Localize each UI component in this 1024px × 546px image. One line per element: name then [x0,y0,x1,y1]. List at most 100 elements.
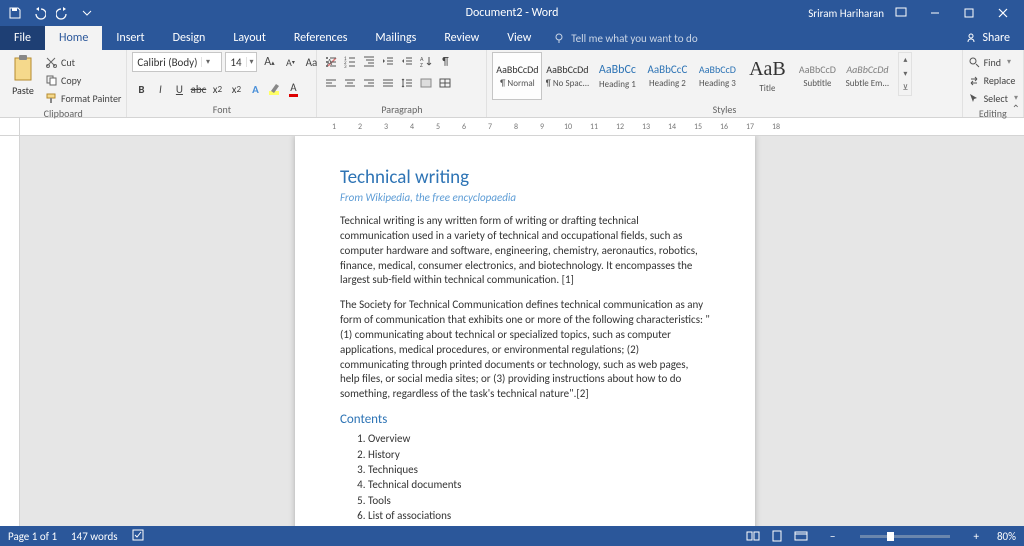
increase-indent-button[interactable] [398,52,416,70]
collapse-ribbon-button[interactable]: ⌃ [1012,102,1020,115]
sort-button[interactable]: AZ [417,52,435,70]
tell-me-search[interactable]: Tell me what you want to do [553,26,697,50]
zoom-in-button[interactable]: + [970,530,983,543]
share-icon [965,32,977,44]
horizontal-ruler[interactable]: 123456789101112131415161718 [20,118,1024,135]
find-button[interactable]: Find▾ [968,54,1018,70]
replace-label: Replace [984,74,1016,87]
text-effects-button[interactable]: A [246,80,264,98]
superscript-button[interactable]: x2 [227,80,245,98]
redo-icon[interactable] [52,2,74,24]
list-item[interactable]: List of associations [368,508,710,523]
save-icon[interactable] [4,2,26,24]
list-item[interactable]: Overview [368,431,710,446]
format-painter-button[interactable]: Format Painter [45,90,121,106]
show-marks-button[interactable]: ¶ [436,52,454,70]
list-item[interactable]: Techniques [368,462,710,477]
align-center-button[interactable] [341,74,359,92]
vertical-ruler[interactable] [0,136,20,526]
status-page[interactable]: Page 1 of 1 [8,530,57,543]
tab-references[interactable]: References [280,26,362,50]
line-spacing-button[interactable] [398,74,416,92]
zoom-thumb[interactable] [887,532,894,541]
style-item-heading-2[interactable]: AaBbCcCHeading 2 [642,52,692,100]
document-canvas[interactable]: Technical writing From Wikipedia, the fr… [20,136,1024,526]
minimize-button[interactable] [918,0,952,26]
undo-icon[interactable] [28,2,50,24]
tab-review[interactable]: Review [430,26,493,50]
zoom-level[interactable]: 80% [997,530,1016,543]
quick-access-toolbar [4,2,98,24]
zoom-out-button[interactable]: − [826,530,839,543]
justify-button[interactable] [379,74,397,92]
list-item[interactable]: Tools [368,493,710,508]
doc-paragraph[interactable]: Technical writing is any written form of… [340,214,710,288]
align-left-button[interactable] [322,74,340,92]
style-item-title[interactable]: AaBTitle [742,52,792,100]
status-proofing-icon[interactable] [132,529,146,544]
style-item-subtitle[interactable]: AaBbCcDSubtitle [792,52,842,100]
styles-expand[interactable]: ⊻ [899,81,911,95]
paste-button[interactable]: Paste [5,52,41,97]
tab-view[interactable]: View [493,26,545,50]
doc-paragraph[interactable]: The Society for Technical Communication … [340,298,710,402]
italic-button[interactable]: I [151,80,169,98]
qat-customize-icon[interactable] [76,2,98,24]
tab-home[interactable]: Home [45,26,102,50]
style-item-subtle-em-[interactable]: AaBbCcDdSubtle Em... [842,52,892,100]
doc-heading-contents[interactable]: Contents [340,412,710,427]
maximize-button[interactable] [952,0,986,26]
font-name-combo[interactable]: Calibri (Body)▾ [132,52,222,72]
doc-subtitle[interactable]: From Wikipedia, the free encyclopaedia [340,191,710,204]
list-item[interactable]: Technical documents [368,477,710,492]
shrink-font-button[interactable]: A▾ [281,53,299,71]
underline-button[interactable]: U [170,80,188,98]
align-right-button[interactable] [360,74,378,92]
style-item--no-spac-[interactable]: AaBbCcDd¶ No Spac... [542,52,592,100]
status-words[interactable]: 147 words [71,530,118,543]
tab-design[interactable]: Design [159,26,220,50]
shading-button[interactable] [417,74,435,92]
multilevel-list-button[interactable] [360,52,378,70]
style-item--normal[interactable]: AaBbCcDd¶ Normal [492,52,542,100]
copy-button[interactable]: Copy [45,72,121,88]
zoom-slider[interactable] [860,535,950,538]
view-print-layout[interactable] [766,527,788,545]
list-item[interactable]: History [368,447,710,462]
bold-button[interactable]: B [132,80,150,98]
cut-button[interactable]: Cut [45,54,121,70]
group-font: Calibri (Body)▾ 14▾ A▴ A▾ Aa A B I U abc… [127,50,317,117]
styles-scroll-down[interactable]: ▾ [899,67,911,81]
tab-file[interactable]: File [0,26,45,50]
doc-contents-list[interactable]: OverviewHistoryTechniquesTechnical docum… [340,431,710,526]
style-item-heading-3[interactable]: AaBbCcDHeading 3 [692,52,742,100]
tab-mailings[interactable]: Mailings [361,26,430,50]
font-size-combo[interactable]: 14▾ [225,52,257,72]
highlight-button[interactable] [265,80,283,98]
select-icon [968,92,980,104]
style-item-heading-1[interactable]: AaBbCcHeading 1 [592,52,642,100]
share-button[interactable]: Share [951,26,1024,50]
numbering-button[interactable]: 123 [341,52,359,70]
tab-insert[interactable]: Insert [102,26,158,50]
styles-scroll-up[interactable]: ▴ [899,53,911,67]
subscript-button[interactable]: x2 [208,80,226,98]
view-buttons [742,527,812,545]
select-button[interactable]: Select▾ [968,90,1018,106]
strikethrough-button[interactable]: abc [189,80,207,98]
tab-layout[interactable]: Layout [219,26,280,50]
replace-button[interactable]: Replace [968,72,1018,88]
borders-button[interactable] [436,74,454,92]
font-color-button[interactable]: A [284,80,302,98]
user-area: Sriram Hariharan [808,0,1020,26]
close-button[interactable] [986,0,1020,26]
grow-font-button[interactable]: A▴ [260,53,278,71]
decrease-indent-button[interactable] [379,52,397,70]
bullets-button[interactable] [322,52,340,70]
doc-heading-title[interactable]: Technical writing [340,166,710,189]
view-web-layout[interactable] [790,527,812,545]
ribbon-display-icon[interactable] [894,5,908,22]
cut-icon [45,56,57,68]
font-name-value: Calibri (Body) [133,56,201,69]
view-read-mode[interactable] [742,527,764,545]
